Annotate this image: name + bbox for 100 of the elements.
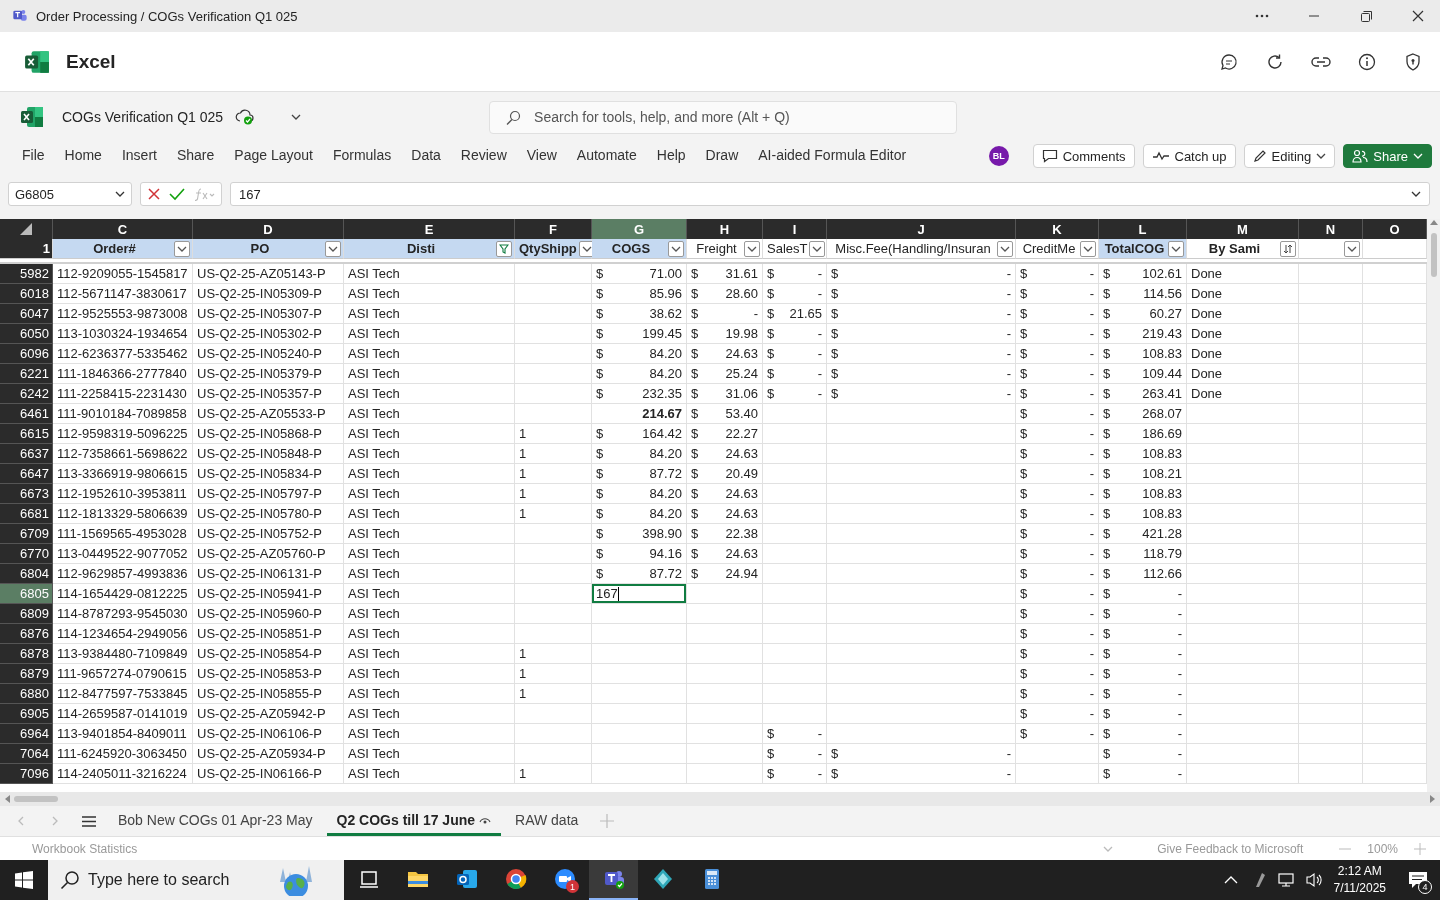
chevron-left-icon [18,816,24,826]
document-name[interactable]: COGs Verification Q1 025 [62,109,224,125]
ribbon-tab[interactable]: Review [450,141,517,171]
formula-field[interactable]: 167 [230,182,1430,206]
ribbon-tab[interactable]: Insert [111,141,167,171]
row-number[interactable]: 6242 [0,384,53,404]
clock[interactable]: 2:12 AM 7/11/2025 [1323,863,1396,897]
row-number[interactable]: 6805 [0,584,53,604]
vertical-scrollbar[interactable] [1427,219,1440,792]
table-cell: $ - [763,384,827,404]
row-number[interactable]: 6681 [0,504,53,524]
table-cell [763,424,827,444]
confirm-icon[interactable] [169,187,185,201]
row-number[interactable]: 6615 [0,424,53,444]
user-avatar[interactable]: BL [988,146,1009,166]
row-number[interactable]: 6050 [0,324,53,344]
filter-dropdown-button[interactable] [174,240,190,257]
row-number[interactable]: 6096 [0,344,53,364]
table-cell: Done [1187,364,1299,384]
volume-icon[interactable] [1305,872,1324,888]
row-number[interactable]: 7064 [0,744,53,764]
ribbon-tab[interactable]: File [12,141,55,171]
filter-dropdown-button[interactable] [1168,240,1184,257]
chevron-up-icon[interactable] [1223,876,1238,884]
ribbon-tab[interactable]: Draw [695,141,749,171]
ribbon-tab[interactable]: Automate [566,141,647,171]
ribbon-tab[interactable]: View [516,141,567,171]
filter-dropdown-button[interactable] [1080,240,1096,257]
row-number[interactable]: 6876 [0,624,53,644]
ribbon-tab[interactable]: Help [646,141,696,171]
table-cell: $ 38.62 [592,304,687,324]
row-number[interactable]: 6905 [0,704,53,724]
row-number[interactable]: 6673 [0,484,53,504]
row-number[interactable]: 6018 [0,284,53,304]
row-number[interactable]: 6637 [0,444,53,464]
ribbon-tab[interactable]: Share [166,141,225,171]
row-number[interactable]: 6878 [0,644,53,664]
row-number[interactable]: 6647 [0,464,53,484]
table-cell: $ - [1016,444,1099,464]
table-cell: $ - [1016,524,1099,544]
search-field[interactable]: Search for tools, help, and more (Alt + Q) [489,100,958,134]
name-box[interactable]: G6805 [8,182,132,206]
row-number[interactable]: 6047 [0,304,53,324]
horizontal-scrollbar[interactable] [0,792,1440,806]
row-number[interactable]: 6879 [0,664,53,684]
filter-dropdown-button[interactable] [668,240,684,257]
ribbon-tab[interactable]: Formulas [322,141,402,171]
comments-button[interactable]: Comments [1032,144,1135,168]
ribbon-tab[interactable]: Data [401,141,451,171]
row-number[interactable]: 6461 [0,404,53,424]
taskbar-search-field[interactable]: Type here to search [48,860,344,900]
row-number[interactable]: 6880 [0,684,53,704]
share-button[interactable]: Share [1343,144,1432,168]
table-cell: $ - [827,344,1016,364]
table-cell: 112-6236377-5335462 [53,344,193,364]
table-cell: $ 108.83 [1099,504,1187,524]
sheet-tab[interactable]: Bob New COGs 01 Apr-23 May [108,806,323,836]
table-cell [763,644,827,664]
taskbar-app-button[interactable]: 1 [540,860,589,900]
table-cell: 1 [515,504,592,524]
row-number[interactable]: 6964 [0,724,53,744]
row-number[interactable]: 6770 [0,544,53,564]
filter-applied-button[interactable] [496,240,512,257]
cancel-icon[interactable] [147,187,161,201]
filter-dropdown-button[interactable] [744,240,760,257]
row-number[interactable]: 6709 [0,524,53,544]
editing-mode-button[interactable]: Editing [1243,144,1336,168]
row-number[interactable]: 6809 [0,604,53,624]
sort-button[interactable] [1280,240,1296,257]
notifications-button[interactable]: 4 [1396,860,1440,900]
row-number[interactable]: 1 [0,239,53,259]
table-cell [1299,284,1363,304]
ribbon-tab[interactable]: Page Layout [224,141,323,171]
row-number[interactable]: 6221 [0,364,53,384]
cell-editor[interactable]: 167 [592,584,687,604]
row-number[interactable]: 7096 [0,764,53,784]
column-header[interactable]: G [592,219,687,239]
filter-dropdown-button[interactable] [1344,240,1360,257]
table-cell: $ - [1016,564,1099,584]
row-number[interactable]: 5982 [0,264,53,284]
table-cell: $ - [827,324,1016,344]
filter-dropdown-button[interactable] [325,240,341,257]
table-cell [763,664,827,684]
select-all-icon[interactable] [20,223,32,235]
chevron-down-icon [115,191,125,197]
filter-dropdown-button[interactable] [997,240,1013,257]
network-icon[interactable] [1277,872,1296,888]
taskbar-app-button[interactable] [589,860,638,900]
table-cell: 114-1654429-0812225 [53,584,193,604]
catch-up-button[interactable]: Catch up [1142,144,1236,168]
sheet-tab[interactable]: RAW data [505,806,589,836]
ribbon-tab[interactable]: Home [54,141,112,171]
column-title: By Sami [1207,241,1262,256]
table-cell [1299,584,1363,604]
table-cell: ASI Tech [344,724,515,744]
ribbon-tab[interactable]: AI-aided Formula Editor [748,141,917,171]
filter-dropdown-button[interactable] [809,240,826,257]
table-cell [1299,684,1363,704]
table-cell: US-Q2-25-AZ05533-P [193,404,344,424]
row-number[interactable]: 6804 [0,564,53,584]
